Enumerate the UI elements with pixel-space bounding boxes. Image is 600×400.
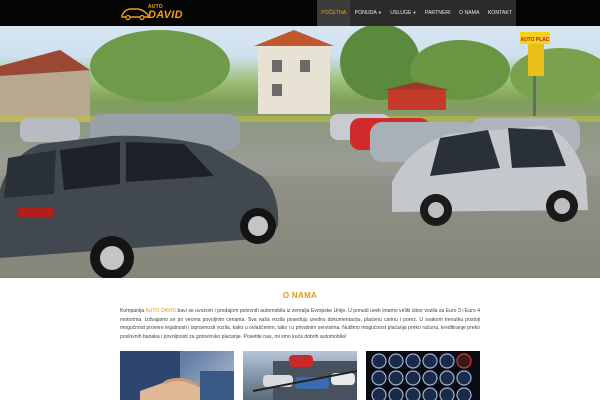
nav-label: USLUGE [390,10,412,16]
nav-label: KONTAKT [487,10,512,16]
nav-item-pocetna[interactable]: POČETNA [317,0,351,26]
about-title: O NAMA [282,291,318,300]
nav-item-partneri[interactable]: PARTNERI [421,0,455,26]
car-brand-logos-icon [371,353,472,400]
about-text: Kompanija AUTO DAVID bavi se uvozom i pr… [120,307,480,341]
car-brand-logos-image[interactable] [366,351,480,400]
nav-label: PONUDA [354,10,377,16]
caret-down-icon: ▼ [377,10,382,15]
hero-illustration: AUTO PLAC [0,26,600,278]
hero-car-lot-image: AUTO PLAC [0,26,600,278]
nav-item-usluge[interactable]: USLUGE▼ [386,0,421,26]
caret-down-icon: ▼ [412,10,417,15]
nav-label: O NAMA [459,10,480,16]
car-transporter-image[interactable] [243,351,357,400]
car-transporter-icon [252,355,357,400]
main-nav: POČETNA PONUDA▼ USLUGE▼ PARTNERI O NAMA … [317,0,517,26]
logo-big-text: DAVID [148,9,183,21]
nav-item-ponuda[interactable]: PONUDA▼ [350,0,386,26]
nav-label: PARTNERI [424,10,451,16]
about-text-start: Kompanija [120,308,146,314]
auto-plac-sign-text: AUTO PLAC [520,37,549,43]
nav-item-o-nama[interactable]: O NAMA [455,0,484,26]
site-logo[interactable]: AUTO DAVID [120,2,183,24]
handshake-image[interactable] [120,351,234,400]
car-logo-icon [121,8,149,21]
about-brand-link[interactable]: AUTO DAVID [145,308,176,314]
site-header: AUTO DAVID POČETNA PONUDA▼ USLUGE▼ PARTN… [0,0,600,26]
handshake-icon [120,351,234,400]
nav-item-kontakt[interactable]: KONTAKT [484,0,517,26]
nav-label: POČETNA [321,10,347,16]
